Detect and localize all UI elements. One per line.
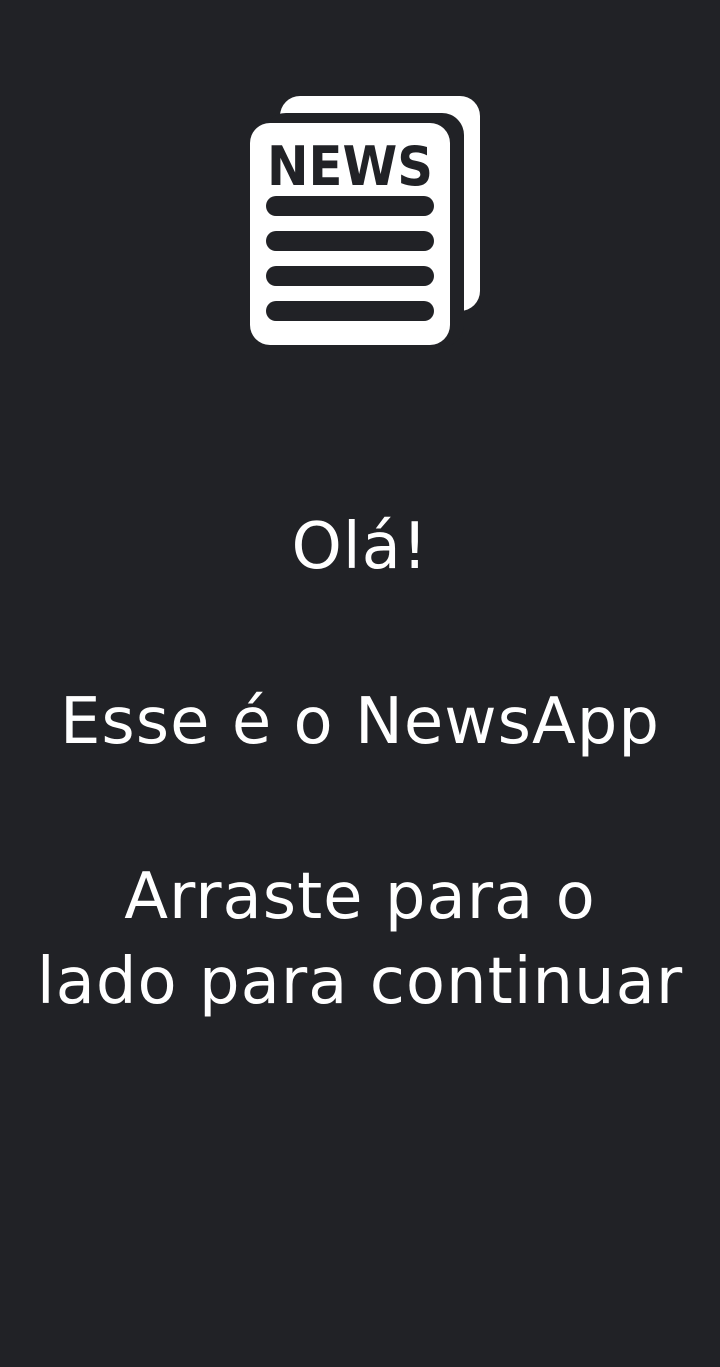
article-line-4 [266, 301, 434, 321]
instruction-text-line-2: lado para continuar [36, 945, 684, 1019]
newspaper-icon: NEWS [250, 95, 482, 347]
article-line-2 [266, 231, 434, 251]
instruction-text-line-1: Arraste para o [124, 860, 596, 934]
intro-text: Esse é o NewsApp [59, 685, 661, 759]
article-line-1 [266, 196, 434, 216]
logo-word: NEWS [267, 135, 433, 198]
article-line-3 [266, 266, 434, 286]
greeting-text: Olá! [291, 510, 429, 584]
